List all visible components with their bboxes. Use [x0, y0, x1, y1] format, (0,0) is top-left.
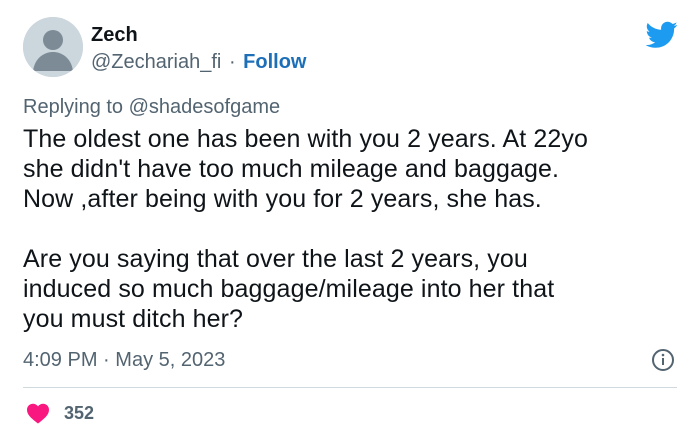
tweet-timestamp[interactable]: 4:09 PM · May 5, 2023: [23, 347, 225, 373]
heart-icon[interactable]: [26, 402, 50, 424]
author-handle-row: @Zechariah_fi · Follow: [91, 49, 307, 75]
tweet-line: you must ditch her?: [23, 305, 244, 333]
tweet-paragraph: The oldest one has been with you 2 years…: [23, 124, 683, 214]
like-action[interactable]: 352: [26, 400, 94, 426]
tweet-text: The oldest one has been with you 2 years…: [23, 124, 683, 334]
info-icon[interactable]: [651, 348, 675, 372]
tweet-line: she didn't have too much mileage and bag…: [23, 155, 560, 183]
tweet-card: Zech @Zechariah_fi · Follow Replying to …: [0, 0, 700, 441]
reply-mention-link[interactable]: @shadesofgame: [129, 96, 281, 118]
divider: [23, 387, 677, 388]
tweet-line: induced so much baggage/mileage into her…: [23, 275, 555, 303]
tweet-line: Now ,after being with you for 2 years, s…: [23, 185, 542, 213]
avatar[interactable]: [23, 17, 83, 77]
tweet-time: 4:09 PM: [23, 349, 98, 371]
replying-prefix: Replying to: [23, 96, 124, 118]
replying-to: Replying to @shadesofgame: [23, 94, 280, 120]
tweet-date: May 5, 2023: [115, 349, 226, 371]
timestamp-separator: ·: [103, 349, 110, 371]
follow-button[interactable]: Follow: [243, 51, 306, 73]
like-count: 352: [64, 403, 95, 423]
author-name[interactable]: Zech: [91, 22, 138, 48]
author-handle[interactable]: @Zechariah_fi: [91, 51, 221, 73]
default-avatar-icon: [23, 17, 83, 77]
tweet-paragraph: Are you saying that over the last 2 year…: [23, 244, 683, 334]
tweet-line: The oldest one has been with you 2 years…: [23, 125, 588, 153]
twitter-bird-icon[interactable]: [646, 21, 678, 49]
tweet-line: Are you saying that over the last 2 year…: [23, 245, 528, 273]
handle-separator: ·: [228, 51, 236, 73]
